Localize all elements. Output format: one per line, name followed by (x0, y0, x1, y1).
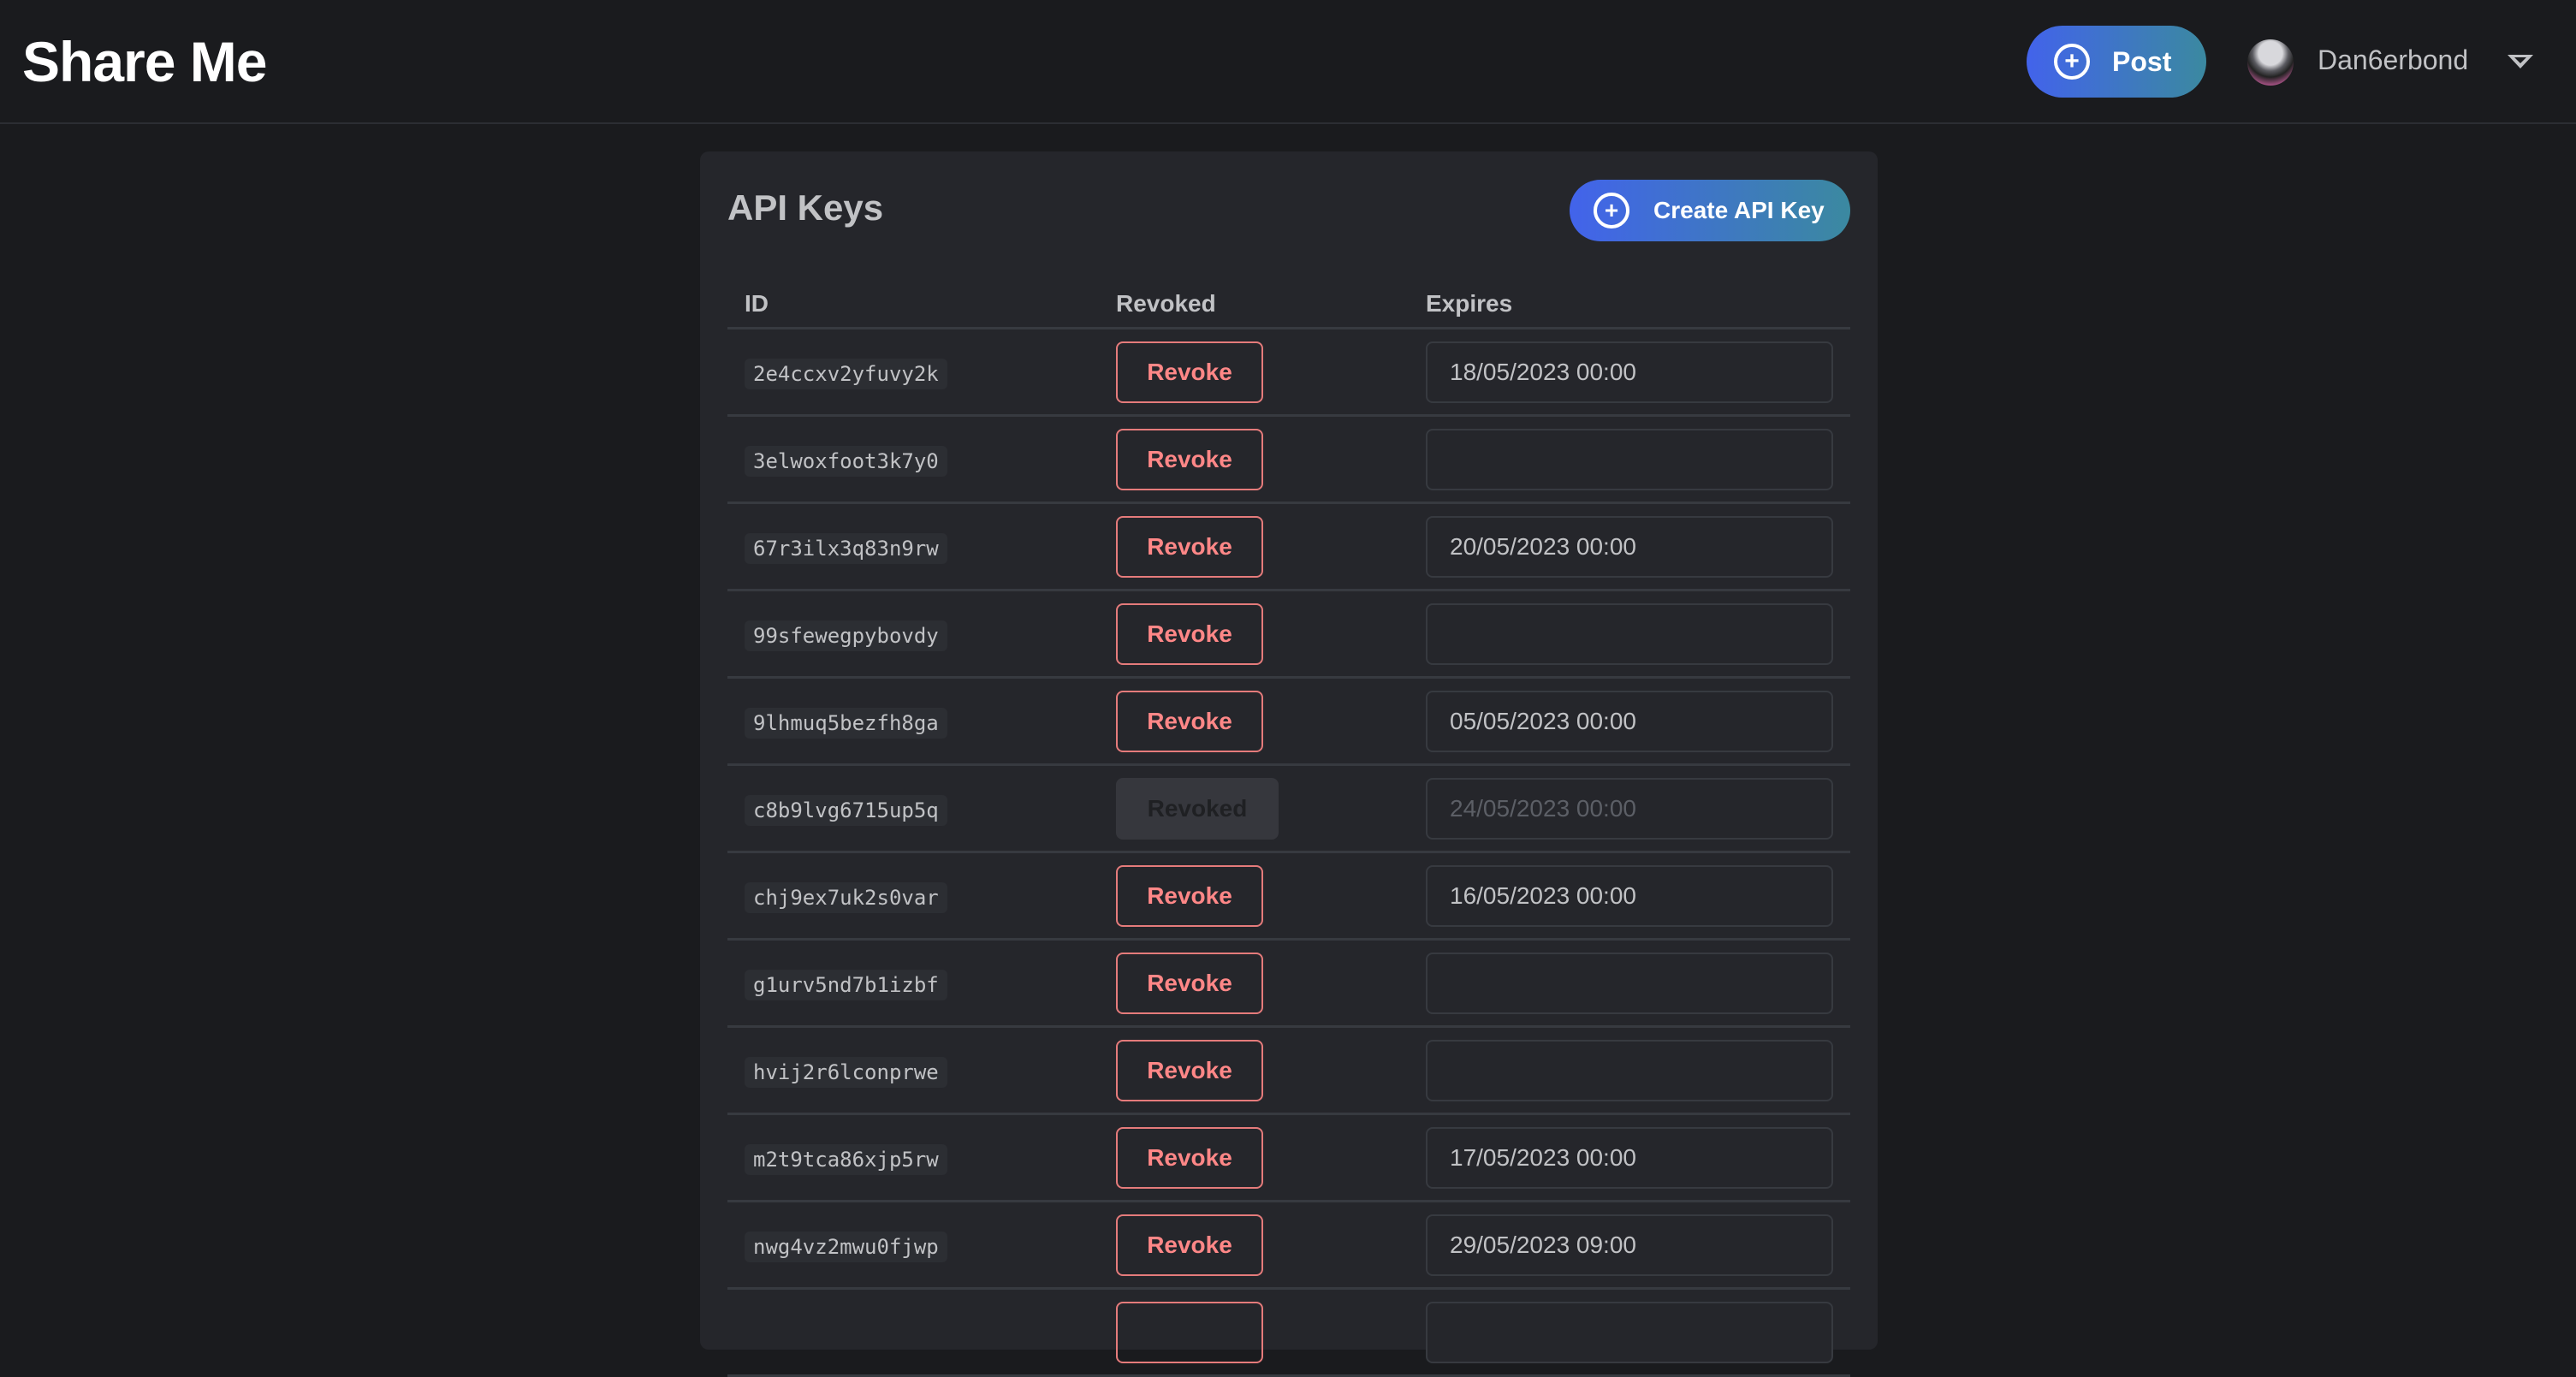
api-key-id: c8b9lvg6715up5q (745, 795, 947, 826)
api-key-id: m2t9tca86xjp5rw (745, 1144, 947, 1175)
api-key-id: hvij2r6lconprwe (745, 1057, 947, 1088)
expires-input[interactable] (1426, 1040, 1833, 1101)
revoke-button[interactable]: Revoke (1116, 429, 1263, 490)
table-row: m2t9tca86xjp5rw Revoke (727, 1115, 1850, 1202)
table-row: nwg4vz2mwu0fjwp Revoke (727, 1202, 1850, 1290)
plus-circle-icon: + (1594, 193, 1629, 229)
column-header-id: ID (745, 290, 769, 317)
column-header-revoked: Revoked (1116, 290, 1216, 317)
column-header-expires: Expires (1426, 290, 1513, 317)
revoke-button[interactable] (1116, 1302, 1263, 1363)
expires-input[interactable] (1426, 865, 1833, 927)
table-row: 2e4ccxv2yfuvy2k Revoke (727, 329, 1850, 417)
expires-input[interactable] (1426, 953, 1833, 1014)
expires-input[interactable] (1426, 429, 1833, 490)
api-key-id: 3elwoxfoot3k7y0 (745, 446, 947, 477)
expires-input[interactable] (1426, 691, 1833, 752)
chevron-down-icon[interactable] (2508, 55, 2533, 68)
revoke-button[interactable]: Revoke (1116, 1127, 1263, 1189)
table-row: g1urv5nd7b1izbf Revoke (727, 941, 1850, 1028)
expires-input (1426, 778, 1833, 840)
revoke-button[interactable]: Revoke (1116, 516, 1263, 578)
revoke-button[interactable]: Revoke (1116, 1040, 1263, 1101)
revoked-button: Revoked (1116, 778, 1279, 840)
post-button[interactable]: + Post (2027, 26, 2206, 98)
create-api-key-label: Create API Key (1653, 197, 1825, 223)
revoke-button[interactable]: Revoke (1116, 603, 1263, 665)
table-row: 99sfewegpybovdy Revoke (727, 591, 1850, 679)
revoke-button[interactable]: Revoke (1116, 953, 1263, 1014)
expires-input[interactable] (1426, 1214, 1833, 1276)
api-key-id: chj9ex7uk2s0var (745, 882, 947, 913)
api-key-id: nwg4vz2mwu0fjwp (745, 1232, 947, 1262)
post-button-label: Post (2112, 45, 2172, 77)
table-header: ID Revoked Expires (727, 280, 1850, 329)
page-title: API Keys (727, 187, 884, 228)
table-row: 9lhmuq5bezfh8ga Revoke (727, 679, 1850, 766)
api-key-id: 2e4ccxv2yfuvy2k (745, 359, 947, 389)
revoke-button[interactable]: Revoke (1116, 341, 1263, 403)
app-header: Share Me + Post Dan6erbond (0, 0, 2576, 124)
api-key-id: g1urv5nd7b1izbf (745, 970, 947, 1000)
table-row: chj9ex7uk2s0var Revoke (727, 853, 1850, 941)
api-keys-card: API Keys + Create API Key ID Revoked Exp… (700, 151, 1878, 1377)
expires-input[interactable] (1426, 603, 1833, 665)
create-api-key-button[interactable]: + Create API Key (1570, 180, 1850, 241)
expires-input[interactable] (1426, 1127, 1833, 1189)
table-row: hvij2r6lconprwe Revoke (727, 1028, 1850, 1115)
expires-input[interactable] (1426, 1302, 1833, 1363)
avatar[interactable] (2247, 39, 2294, 86)
api-key-id: 9lhmuq5bezfh8ga (745, 708, 947, 739)
plus-circle-icon: + (2054, 44, 2090, 80)
table-row: 3elwoxfoot3k7y0 Revoke (727, 417, 1850, 504)
revoke-button[interactable]: Revoke (1116, 691, 1263, 752)
table-row: c8b9lvg6715up5q Revoked (727, 766, 1850, 853)
api-key-id: 67r3ilx3q83n9rw (745, 533, 947, 564)
table-body: 2e4ccxv2yfuvy2k Revoke 3elwoxfoot3k7y0 Revo… (727, 329, 1850, 1377)
table-row: 67r3ilx3q83n9rw Revoke (727, 504, 1850, 591)
revoke-button[interactable]: Revoke (1116, 865, 1263, 927)
api-key-id: 99sfewegpybovdy (745, 620, 947, 651)
api-keys-table: ID Revoked Expires 2e4ccxv2yfuvy2k Revoke… (727, 280, 1850, 1377)
app-title[interactable]: Share Me (22, 29, 267, 94)
expires-input[interactable] (1426, 341, 1833, 403)
username[interactable]: Dan6erbond (2318, 45, 2468, 76)
revoke-button[interactable]: Revoke (1116, 1214, 1263, 1276)
table-row (727, 1290, 1850, 1377)
expires-input[interactable] (1426, 516, 1833, 578)
